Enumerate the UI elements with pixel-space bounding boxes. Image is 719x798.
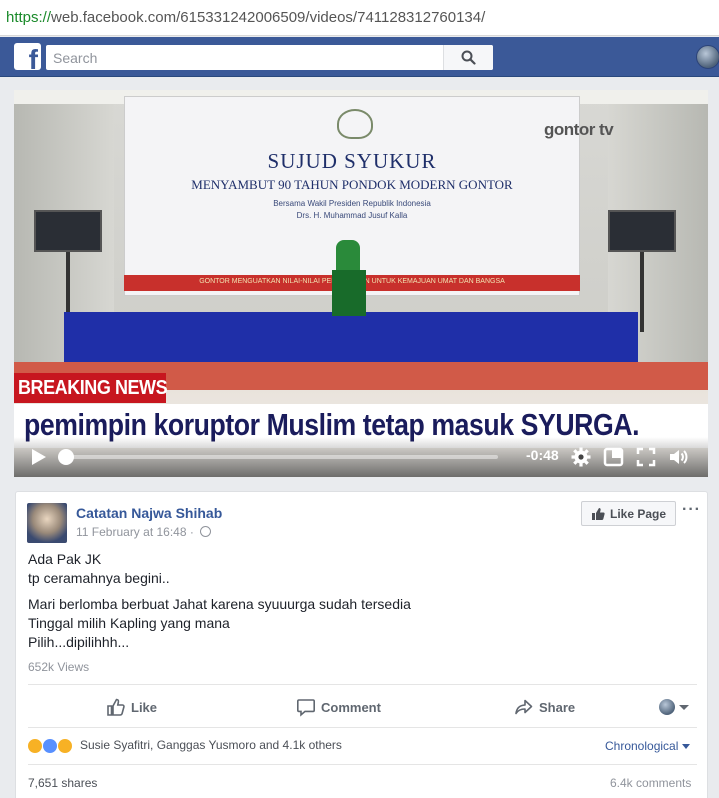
share-button[interactable]: Share (514, 697, 584, 719)
video-controls: -0:48 (14, 437, 708, 477)
chevron-down-icon[interactable] (679, 705, 689, 710)
haha-reaction-icon (27, 738, 43, 754)
post-text-line: tp ceramahnya begini.. (28, 570, 170, 586)
comment-sort-dropdown[interactable]: Chronological (605, 739, 691, 753)
user-avatar[interactable] (696, 45, 719, 69)
fullscreen-icon[interactable] (635, 446, 657, 468)
like-reaction-icon (42, 738, 58, 754)
search-button[interactable] (443, 45, 493, 70)
volume-icon[interactable] (667, 446, 689, 468)
like-button[interactable]: Like (106, 697, 166, 719)
search-input[interactable] (46, 45, 446, 70)
video-player[interactable]: SUJUD SYUKUR MENYAMBUT 90 TAHUN PONDOK M… (14, 90, 708, 477)
post-card: Catatan Najwa Shihab 11 February at 16:4… (15, 491, 708, 798)
url-scheme: https:// (6, 9, 52, 26)
settings-gear-icon[interactable] (570, 446, 592, 468)
post-timestamp[interactable]: 11 February at 16:48 · (76, 525, 194, 539)
search-box (46, 45, 493, 70)
post-as-avatar[interactable] (659, 699, 675, 715)
banner-line3: Bersama Wakil Presiden Republik Indonesi… (273, 199, 431, 208)
channel-watermark: gontor tv (544, 120, 614, 139)
divider (28, 764, 697, 765)
page-avatar[interactable] (27, 503, 67, 543)
screen-left (34, 210, 102, 252)
divider (28, 727, 697, 728)
url-text[interactable]: https://web.facebook.com/615331242006509… (6, 9, 485, 26)
banner-subtitle: MENYAMBUT 90 TAHUN PONDOK MODERN GONTOR (191, 177, 513, 192)
view-count: 652k Views (28, 660, 90, 674)
podium (332, 270, 366, 316)
stage (64, 312, 638, 362)
wow-reaction-icon (57, 738, 73, 754)
more-options-icon[interactable]: ··· (682, 501, 701, 519)
banner-logo (337, 109, 373, 139)
reactions-summary[interactable]: Susie Syafitri, Ganggas Yusmoro and 4.1k… (80, 738, 342, 752)
post-text-line: Pilih...dipilihhh... (28, 634, 130, 650)
globe-icon (200, 526, 211, 537)
facebook-logo[interactable]: f (14, 43, 41, 70)
progress-track[interactable] (66, 455, 498, 459)
chevron-down-icon (682, 744, 691, 750)
screen-right (608, 210, 676, 252)
like-page-label: Like Page (610, 507, 667, 521)
page-name-link[interactable]: Catatan Najwa Shihab (76, 505, 222, 521)
like-page-button[interactable]: Like Page (581, 501, 676, 526)
facebook-header: f (0, 37, 719, 77)
post-text-line: Ada Pak JK (28, 551, 102, 567)
breaking-news-label: BREAKING NEWS (14, 373, 168, 403)
time-remaining: -0:48 (526, 447, 559, 463)
progress-knob[interactable] (58, 449, 74, 465)
browser-address-bar[interactable]: https://web.facebook.com/615331242006509… (0, 0, 719, 36)
divider (28, 684, 697, 685)
comment-count[interactable]: 6.4k comments (610, 776, 691, 790)
banner-line4: Drs. H. Muhammad Jusuf Kalla (296, 211, 408, 220)
share-count[interactable]: 7,651 shares (28, 776, 97, 790)
url-path: web.facebook.com/615331242006509/videos/… (51, 9, 486, 26)
banner-title: SUJUD SYUKUR (267, 149, 437, 173)
play-icon[interactable] (32, 449, 46, 465)
comment-button[interactable]: Comment (296, 697, 386, 719)
post-text-line: Tinggal milih Kapling yang mana (28, 615, 230, 631)
theater-mode-icon[interactable] (603, 446, 625, 468)
post-text-line: Mari berlomba berbuat Jahat karena syuuu… (28, 596, 411, 612)
